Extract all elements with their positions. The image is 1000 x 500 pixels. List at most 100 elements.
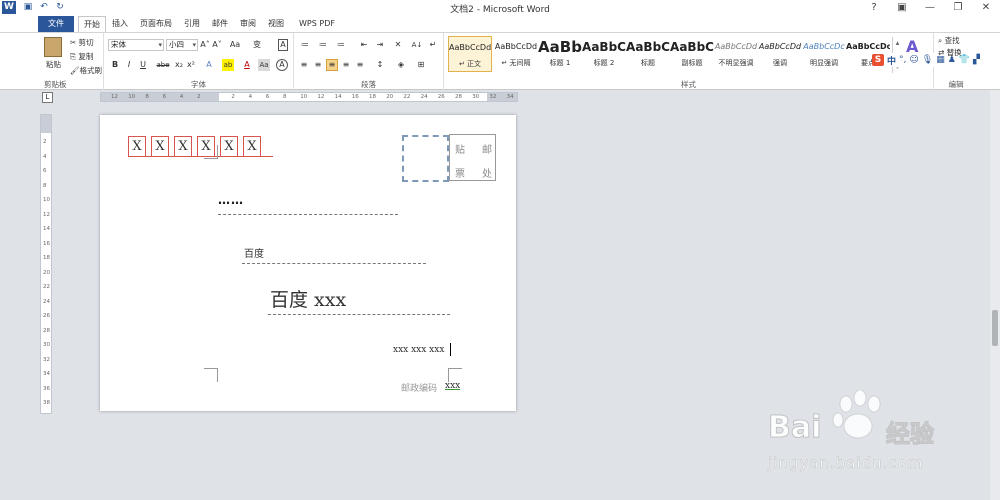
subscript-button[interactable]: x₂ xyxy=(174,59,184,71)
address-dots[interactable]: …… xyxy=(218,193,244,207)
distribute-icon[interactable]: ≡ xyxy=(354,59,366,71)
baidu-jingyan-watermark: Bai 经验 jingyan.baidu.com xyxy=(767,389,968,490)
recipient-line-small[interactable]: 百度 xyxy=(244,245,264,260)
underline-button[interactable]: U xyxy=(138,59,148,71)
italic-button[interactable]: I xyxy=(124,59,134,71)
style-heading-2[interactable]: AaBbC 标题 2 xyxy=(582,36,626,72)
style-title[interactable]: AaBbC 标题 xyxy=(626,36,670,72)
shading-icon[interactable]: ◈ xyxy=(394,59,408,71)
tab-wps-pdf[interactable]: WPS PDF xyxy=(294,16,340,32)
increase-indent-icon[interactable]: ⇥ xyxy=(374,39,386,51)
postal-code-box[interactable]: X xyxy=(128,136,146,157)
bullets-icon[interactable]: ≔ xyxy=(298,39,312,51)
punctuation-icon[interactable]: °, xyxy=(899,55,906,65)
style-normal[interactable]: AaBbCcDd ↵ 正文 xyxy=(448,36,492,72)
style-intense-emphasis[interactable]: AaBbCcDc 明显强调 xyxy=(802,36,846,72)
change-case-icon[interactable]: Aa xyxy=(228,39,242,51)
sender-address[interactable]: xxx xxx xxx xyxy=(393,345,444,355)
show-marks-icon[interactable]: ↵ xyxy=(428,39,438,51)
horizontal-ruler[interactable]: 12 10 8 6 4 2 2 4 6 8 10 12 14 16 18 20 22 24 26 28 30 32 34 xyxy=(100,92,518,102)
tab-view[interactable]: 视图 xyxy=(264,16,288,32)
char-border-icon[interactable]: A xyxy=(278,39,288,51)
help-icon[interactable]: ? xyxy=(860,0,888,16)
format-painter-button[interactable]: 🖌格式刷 xyxy=(70,65,102,76)
superscript-button[interactable]: x² xyxy=(186,59,196,71)
restore-button[interactable]: ❐ xyxy=(944,0,972,16)
styles-group: AaBbCcDd ↵ 正文 AaBbCcDd ↵ 无间隔 AaBb 标题 1 A… xyxy=(444,33,934,91)
emoji-icon[interactable]: ☺ xyxy=(909,55,918,65)
line-spacing-icon[interactable]: ↕ xyxy=(374,59,386,71)
sogou-icon[interactable]: S xyxy=(872,54,884,66)
phonetic-guide-icon[interactable]: 变 xyxy=(252,39,262,51)
highlight-icon[interactable]: ab xyxy=(222,59,234,71)
vertical-scrollbar[interactable] xyxy=(990,90,1000,500)
style-sample: AaBbC xyxy=(582,40,626,54)
shrink-font-icon[interactable]: A˅ xyxy=(212,39,222,51)
tab-page-layout[interactable]: 页面布局 xyxy=(136,16,176,32)
enclose-chars-icon[interactable]: A xyxy=(276,59,288,71)
tab-insert[interactable]: 插入 xyxy=(108,16,132,32)
align-center-icon[interactable]: ≡ xyxy=(312,59,324,71)
vertical-ruler[interactable]: 2 4 6 8 10 12 14 16 18 20 22 24 26 28 30 32 34 36 38 xyxy=(40,114,52,414)
close-button[interactable]: ✕ xyxy=(972,0,1000,16)
style-subtle-emphasis[interactable]: AaBbCcDd 不明显强调 xyxy=(714,36,758,72)
ime-chinese-mode[interactable]: 中 xyxy=(887,54,896,67)
document-page[interactable]: XXXXXX 贴 邮 票 处 …… 百度 百度 xxx xxx xxx xxx … xyxy=(100,115,516,411)
style-sample: AaBbCcDc xyxy=(803,42,845,51)
style-no-spacing[interactable]: AaBbCcDd ↵ 无间隔 xyxy=(494,36,538,72)
ruler-label: 14 xyxy=(334,94,342,100)
postal-code-box[interactable]: X xyxy=(243,136,261,157)
cut-label: 剪切 xyxy=(78,38,94,47)
chinese-layout-icon[interactable]: ✕ xyxy=(392,39,404,51)
paste-label[interactable]: 粘贴 xyxy=(46,59,61,70)
scrollbar-thumb[interactable] xyxy=(992,310,998,346)
sort-icon[interactable]: A↓ xyxy=(410,39,424,51)
watermark-brand-cn: 经验 xyxy=(886,420,935,449)
decrease-indent-icon[interactable]: ⇤ xyxy=(358,39,370,51)
microphone-icon[interactable]: 🎙 xyxy=(922,55,933,65)
replace-button[interactable]: ⇄ 替换 xyxy=(938,47,962,58)
tab-file[interactable]: 文件 xyxy=(38,16,74,32)
font-group: 宋体 小四 A˄ A˅ Aa 变 A B I U abe x₂ x² A ab … xyxy=(104,33,294,91)
strikethrough-button[interactable]: abe xyxy=(156,59,170,71)
tab-selector[interactable]: L xyxy=(42,92,53,103)
numbering-icon[interactable]: ≔ xyxy=(316,39,330,51)
font-family-select[interactable]: 宋体 xyxy=(108,39,164,51)
justify-icon[interactable]: ≡ xyxy=(340,59,352,71)
style-name: ↵ 正文 xyxy=(458,60,482,68)
ribbon-display-icon[interactable]: ▣ xyxy=(888,0,916,16)
tab-review[interactable]: 审阅 xyxy=(236,16,260,32)
recipient-name[interactable]: 百度 xxx xyxy=(270,285,346,312)
align-right-icon[interactable]: ≡ xyxy=(326,59,338,71)
font-size-select[interactable]: 小四 xyxy=(166,39,198,51)
ruler-label: 16 xyxy=(43,240,50,247)
copy-button[interactable]: ⎘ 复制 xyxy=(70,51,93,62)
grow-font-icon[interactable]: A˄ xyxy=(200,39,210,51)
paste-icon[interactable] xyxy=(44,37,62,57)
postal-code-box[interactable]: X xyxy=(220,136,238,157)
tab-home[interactable]: 开始 xyxy=(78,16,106,32)
text-effects-icon[interactable]: A xyxy=(204,59,214,71)
postal-code-box[interactable]: X xyxy=(151,136,169,157)
brush-icon: 🖌 xyxy=(70,66,80,75)
font-color-icon[interactable]: A xyxy=(242,59,252,71)
multilevel-list-icon[interactable]: ≔ xyxy=(334,39,348,51)
char-shading-icon[interactable]: Aa xyxy=(258,59,270,71)
ruler-label: 24 xyxy=(43,298,50,305)
style-name: 标题 1 xyxy=(549,59,571,67)
style-name: ↵ 无间隔 xyxy=(501,59,531,67)
align-left-icon[interactable]: ≡ xyxy=(298,59,310,71)
postal-code-box[interactable]: X xyxy=(174,136,192,157)
tab-mailings[interactable]: 邮件 xyxy=(208,16,232,32)
bold-button[interactable]: B xyxy=(110,59,120,71)
tab-references[interactable]: 引用 xyxy=(180,16,204,32)
minimize-button[interactable]: — xyxy=(916,0,944,16)
style-subtitle[interactable]: AaBbC 副标题 xyxy=(670,36,714,72)
cut-button[interactable]: ✂ 剪切 xyxy=(70,37,94,48)
ruler-label: 30 xyxy=(43,342,50,348)
find-button[interactable]: ⌕ 查找 xyxy=(938,35,960,46)
style-heading-1[interactable]: AaBb 标题 1 xyxy=(538,36,582,72)
borders-icon[interactable]: ⊞ xyxy=(414,59,428,71)
postcode-value[interactable]: xxx xyxy=(445,381,460,391)
style-emphasis[interactable]: AaBbCcDd 强调 xyxy=(758,36,802,72)
